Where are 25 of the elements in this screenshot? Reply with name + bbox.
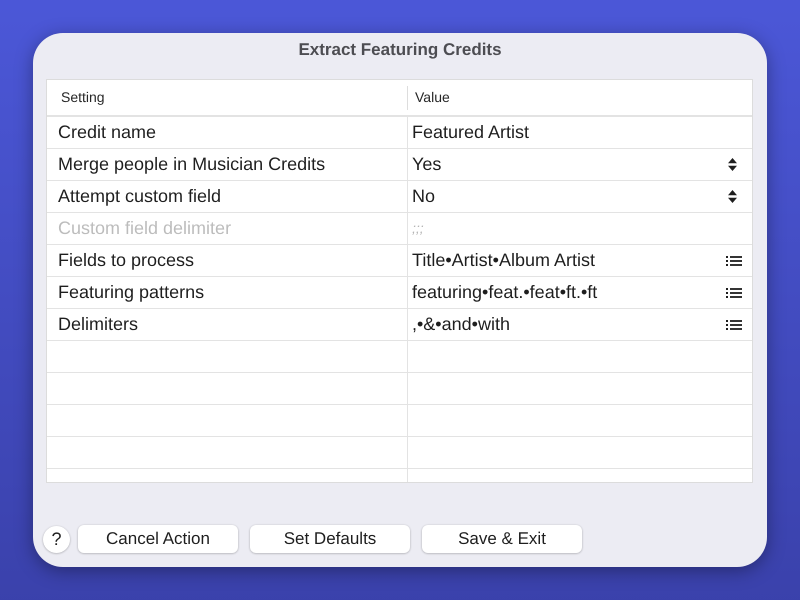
setting-label: Credit name: [58, 121, 156, 144]
setting-label: Attempt custom field: [58, 185, 222, 208]
setting-label: Fields to process: [58, 249, 194, 272]
column-header: Setting: [61, 88, 105, 104]
action-button[interactable]: Set Defaults: [250, 525, 410, 553]
list-value: Title•Artist•Album Artist: [412, 249, 595, 272]
list-icon[interactable]: [726, 288, 742, 298]
popup-button[interactable]: No: [408, 181, 752, 212]
list-icon[interactable]: [726, 320, 742, 330]
list-icon[interactable]: [726, 256, 742, 266]
list-value: ,•&•and•with: [412, 313, 510, 336]
setting-label: Delimiters: [58, 313, 138, 336]
up-down-arrows-icon: [728, 190, 737, 203]
text-field[interactable]: Featured Artist: [408, 117, 752, 148]
setting-label: Featuring patterns: [58, 281, 204, 304]
help-button[interactable]: ?: [43, 526, 70, 552]
dialog-title: Extract Featuring Credits: [298, 39, 502, 62]
up-down-arrows-icon: [728, 158, 737, 171]
setting-label: Custom field delimiter: [58, 217, 232, 240]
list-value: featuring•feat.•feat•ft.•ft: [412, 281, 598, 304]
setting-label: Merge people in Musician Credits: [58, 153, 326, 176]
popup-button[interactable]: Yes: [408, 149, 752, 180]
action-button[interactable]: Cancel Action: [78, 525, 238, 553]
action-button[interactable]: Save & Exit: [422, 525, 582, 553]
column-header: Value: [415, 88, 450, 104]
